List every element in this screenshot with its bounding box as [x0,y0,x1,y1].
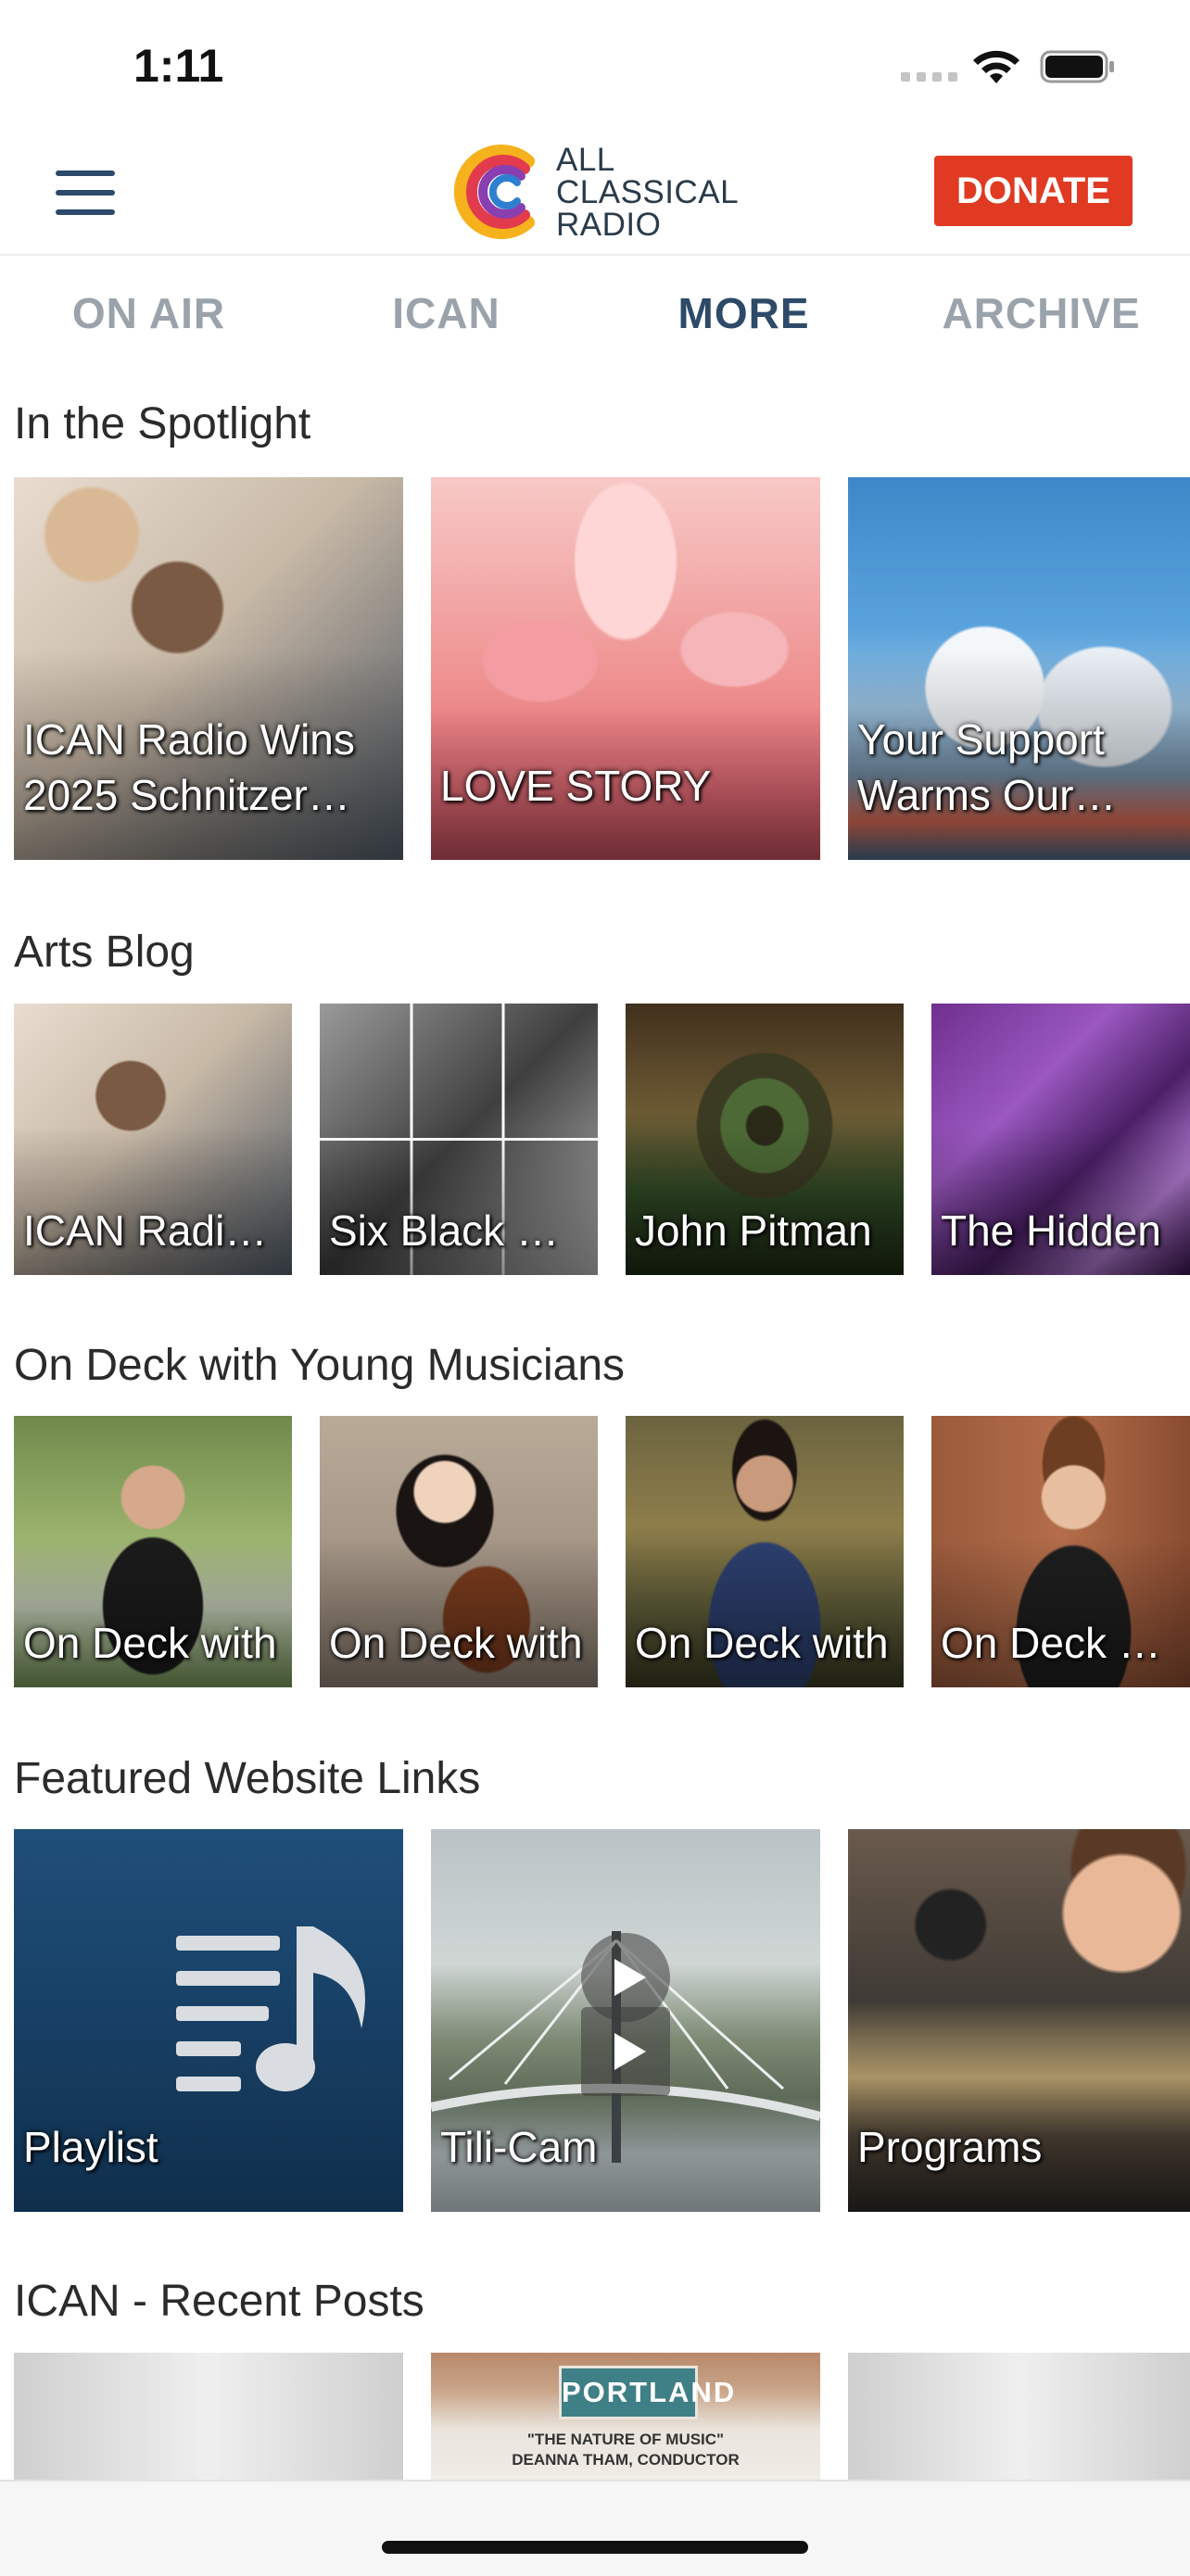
card-title: Your Support Warms Our Hearts [857,715,1105,819]
spotlight-card[interactable]: ICAN Radio Wins 2025 Schnitzer Wonder Aw… [14,477,403,860]
bottom-safe-area [0,2480,1190,2576]
ican-recent-card[interactable]: PORTLAND "THE NATURE OF MUSIC" DEANNA TH… [431,2353,820,2480]
featured-link-playlist[interactable]: Playlist [14,1829,403,2212]
card-title: Playlist [23,2123,158,2171]
tab-more[interactable]: MORE [595,256,892,371]
card-title: On Deck with [23,1619,277,1667]
status-bar: 1:11 [0,0,1190,130]
all-classical-logo: ALL CLASSICAL RADIO [454,141,739,243]
marquee-sign-title: PORTLAND [559,2366,734,2419]
logo-c-mark-icon [454,145,535,239]
card-title: John Pitman [635,1206,872,1255]
card-title: On Deck with [329,1619,583,1667]
arts-blog-card[interactable]: Six Black Composers [320,1004,598,1275]
play-icon[interactable] [579,2005,672,2098]
card-title: On Deck with [941,1619,1181,1667]
on-deck-card[interactable]: On Deck with [14,1416,292,1687]
featured-link-tili-cam[interactable]: Tili-Cam [431,1829,820,2212]
section-title-featured-links: Featured Website Links [14,1754,481,1803]
card-title: The Hidden [941,1206,1161,1255]
logo-text-line2: CLASSICAL [556,173,740,210]
home-indicator[interactable] [382,2541,808,2554]
section-title-spotlight: In the Spotlight [14,399,311,448]
cellular-signal-icon [901,72,957,82]
section-title-on-deck: On Deck with Young Musicians [14,1341,626,1390]
wifi-icon [973,50,1019,83]
on-deck-card[interactable]: On Deck with [626,1416,904,1687]
logo-text-line1: ALL [556,141,615,178]
donate-button[interactable]: DONATE [934,156,1133,226]
section-title-arts-blog: Arts Blog [14,928,195,977]
card-title: ICAN Radio Wins [23,1206,283,1255]
app-header: ALL CLASSICAL RADIO DONATE [0,130,1190,256]
card-title: LOVE STORY [440,762,712,810]
ican-recent-card[interactable] [848,2353,1190,2480]
card-image [848,2353,1190,2480]
spotlight-card[interactable]: LOVE STORY [431,477,820,860]
tab-on-air[interactable]: ON AIR [0,256,298,371]
card-title: Tili-Cam [440,2123,598,2171]
spotlight-card[interactable]: Your Support Warms Our Hearts [848,477,1190,860]
hamburger-menu-icon[interactable] [56,170,115,215]
card-title: Six Black Composers [329,1206,589,1255]
arts-blog-card[interactable]: ICAN Radio Wins [14,1004,292,1275]
status-time: 1:11 [133,40,224,92]
logo-text-line3: RADIO [556,206,662,243]
marquee-line-1: "THE NATURE OF MUSIC" [526,2431,725,2448]
arts-blog-card[interactable]: The Hidden [931,1004,1190,1275]
ican-recent-card[interactable] [14,2353,403,2480]
on-deck-card[interactable]: On Deck with [320,1416,598,1687]
card-image [14,2353,403,2480]
tab-ican[interactable]: ICAN [298,256,595,371]
battery-icon [1040,50,1114,83]
card-title: On Deck with [635,1619,889,1667]
playlist-note-icon [176,1926,365,2091]
tab-archive[interactable]: ARCHIVE [892,256,1190,371]
arts-blog-card[interactable]: John Pitman [626,1004,904,1275]
featured-link-programs[interactable]: Programs [848,1829,1190,2212]
top-tabs: ON AIR ICAN MORE ARCHIVE [0,256,1190,371]
marquee-line-2: DEANNA THAM, CONDUCTOR [512,2451,740,2469]
card-title: Programs [857,2123,1043,2171]
section-title-ican-recent: ICAN - Recent Posts [14,2277,424,2326]
on-deck-card[interactable]: On Deck with [931,1416,1190,1687]
card-title: ICAN Radio Wins 2025 Schnitzer Wonder Aw… [23,715,355,819]
